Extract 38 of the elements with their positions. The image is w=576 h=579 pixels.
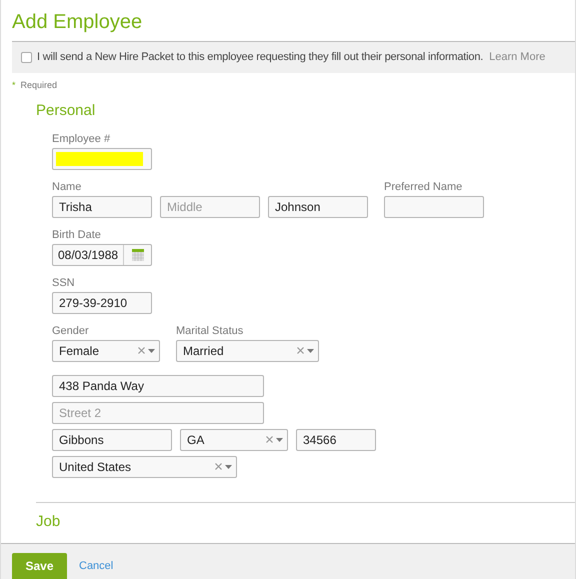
field-label: Preferred Name <box>384 180 464 194</box>
employee-number-field[interactable] <box>52 148 152 170</box>
select-field[interactable]: GA <box>180 428 288 450</box>
field-label: Name <box>52 180 82 194</box>
page-title: Add Employee <box>12 10 144 35</box>
field-label: Birth Date <box>52 228 102 242</box>
name-field[interactable]: Johnson <box>268 196 368 218</box>
zip-field[interactable]: 34566 <box>296 428 376 450</box>
section-heading: Personal <box>36 102 96 120</box>
field-label: Marital Status <box>176 324 244 338</box>
select-field[interactable]: Married <box>176 340 319 362</box>
required-mark: * <box>12 79 16 92</box>
caret-icon <box>148 348 155 352</box>
clear-icon[interactable] <box>266 436 273 443</box>
required-note: Required <box>20 79 58 92</box>
section-heading: Job <box>36 512 62 530</box>
city-field[interactable]: Gibbons <box>52 428 172 450</box>
field-label: Employee # <box>52 132 112 146</box>
packet-text: I will send a New Hire Packet to this employee requesting they fill out their personal information. <box>37 50 484 66</box>
clear-icon[interactable] <box>138 347 145 354</box>
name-field[interactable]: Trisha <box>52 196 152 218</box>
clear-icon[interactable] <box>215 463 222 470</box>
ssn-field[interactable]: 279-39-2910 <box>52 292 152 314</box>
preferred-name-field[interactable] <box>384 196 484 218</box>
packet-checkbox[interactable] <box>21 52 32 63</box>
street-field[interactable]: 438 Panda Way <box>52 374 264 396</box>
caret-icon <box>225 464 232 468</box>
clear-icon[interactable] <box>297 347 304 354</box>
caret-icon <box>276 438 283 442</box>
street-field[interactable]: Street 2 <box>52 402 264 424</box>
select-field[interactable]: United States <box>52 456 237 478</box>
calendar-icon <box>132 248 144 260</box>
name-field[interactable]: Middle <box>160 196 260 218</box>
field-label: Gender <box>52 324 90 338</box>
select-field[interactable]: Female <box>52 340 160 362</box>
birth-date-field[interactable]: 08/03/1988 <box>52 244 152 266</box>
field-label: SSN <box>52 276 76 290</box>
caret-icon <box>307 348 314 352</box>
